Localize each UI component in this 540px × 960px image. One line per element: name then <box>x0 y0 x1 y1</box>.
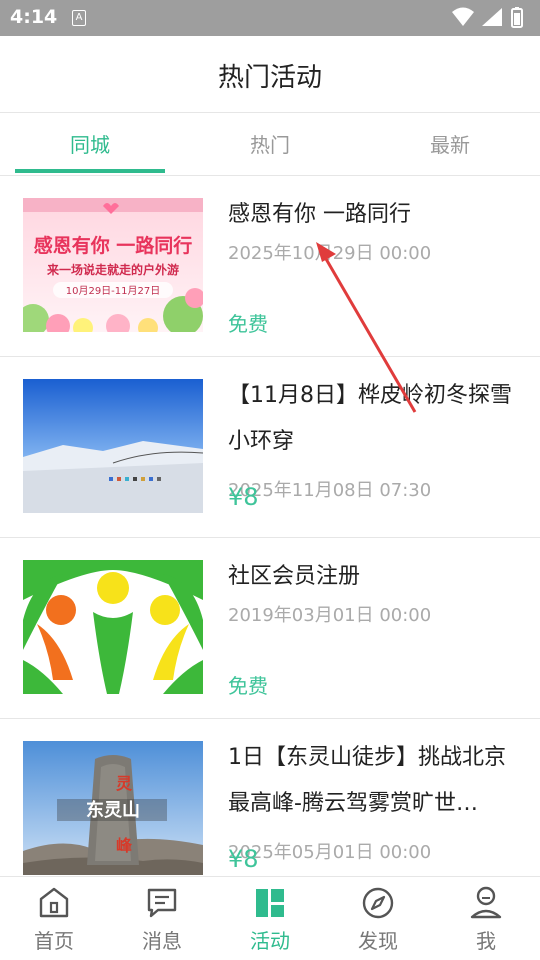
thumbnail-dates: 10月29日-11月27日 <box>66 285 161 297</box>
thumbnail-subline: 来一场说走就走的户外游 <box>46 262 179 277</box>
nav-home-label: 首页 <box>34 929 74 953</box>
activity-date: 2025年10月29日 00:00 <box>228 243 432 264</box>
activity-title: 社区会员注册 <box>228 564 361 589</box>
activity-date: 2019年03月01日 00:00 <box>228 605 432 626</box>
tab-bar: 同城 热门 最新 <box>0 113 540 176</box>
activity-item[interactable]: 灵 峰 东灵山 1日【东灵山徒步】挑战北京最高峰-腾云驾雾赏旷世… 2025年0… <box>0 719 540 876</box>
thumbnail-headline: 感恩有你 一路同行 <box>34 234 193 257</box>
svg-text:灵: 灵 <box>116 774 133 793</box>
bottom-nav: 首页 消息 活动 发现 我 <box>0 876 540 960</box>
nav-profile-label: 我 <box>476 929 496 953</box>
message-icon <box>147 888 177 918</box>
status-bar: 4:14 A <box>0 0 540 36</box>
nav-activities[interactable]: 活动 <box>216 877 324 960</box>
tab-latest[interactable]: 最新 <box>360 113 540 175</box>
page-title: 热门活动 <box>217 63 322 93</box>
app-header: 热门活动 <box>0 36 540 113</box>
nav-discover-label: 发现 <box>358 929 398 953</box>
activity-thumbnail <box>23 560 203 694</box>
wifi-icon <box>452 7 474 26</box>
notification-a-icon: A <box>72 10 86 26</box>
svg-text:峰: 峰 <box>116 836 133 855</box>
profile-icon <box>470 886 502 919</box>
activity-item[interactable]: 感恩有你 一路同行 来一场说走就走的户外游 10月29日-11月27日 感恩有你… <box>0 176 540 357</box>
nav-messages-label: 消息 <box>142 929 182 953</box>
activity-title: 【11月8日】桦皮岭初冬探雪小环穿 <box>228 383 512 454</box>
activity-thumbnail <box>23 379 203 513</box>
nav-profile[interactable]: 我 <box>432 877 540 960</box>
activity-thumbnail: 灵 峰 东灵山 <box>23 741 203 875</box>
nav-activities-label: 活动 <box>250 929 290 953</box>
compass-icon <box>362 887 394 919</box>
nav-messages[interactable]: 消息 <box>108 877 216 960</box>
activity-list[interactable]: 感恩有你 一路同行 来一场说走就走的户外游 10月29日-11月27日 感恩有你… <box>0 176 540 876</box>
status-time: 4:14 <box>10 6 58 28</box>
active-tab-indicator <box>15 169 165 173</box>
activity-icon <box>256 889 284 917</box>
home-icon <box>39 887 69 918</box>
thumbnail-sign: 东灵山 <box>86 799 140 821</box>
nav-home[interactable]: 首页 <box>0 877 108 960</box>
activity-thumbnail: 感恩有你 一路同行 来一场说走就走的户外游 10月29日-11月27日 <box>23 198 203 332</box>
activity-title: 感恩有你 一路同行 <box>228 202 411 227</box>
activity-title: 1日【东灵山徒步】挑战北京最高峰-腾云驾雾赏旷世… <box>228 745 506 816</box>
activity-price: ¥8 <box>228 845 259 873</box>
activity-price: ¥8 <box>228 483 259 511</box>
battery-icon <box>511 7 523 28</box>
tab-popular[interactable]: 热门 <box>180 113 360 175</box>
signal-icon <box>482 8 502 26</box>
activity-item[interactable]: 【11月8日】桦皮岭初冬探雪小环穿 2025年11月08日 07:30 ¥8 <box>0 357 540 538</box>
tab-same-city[interactable]: 同城 <box>0 113 180 175</box>
activity-item[interactable]: 社区会员注册 2019年03月01日 00:00 免费 <box>0 538 540 719</box>
status-icons <box>450 6 530 30</box>
nav-discover[interactable]: 发现 <box>324 877 432 960</box>
activity-price: 免费 <box>228 674 268 698</box>
activity-price: 免费 <box>228 312 268 336</box>
